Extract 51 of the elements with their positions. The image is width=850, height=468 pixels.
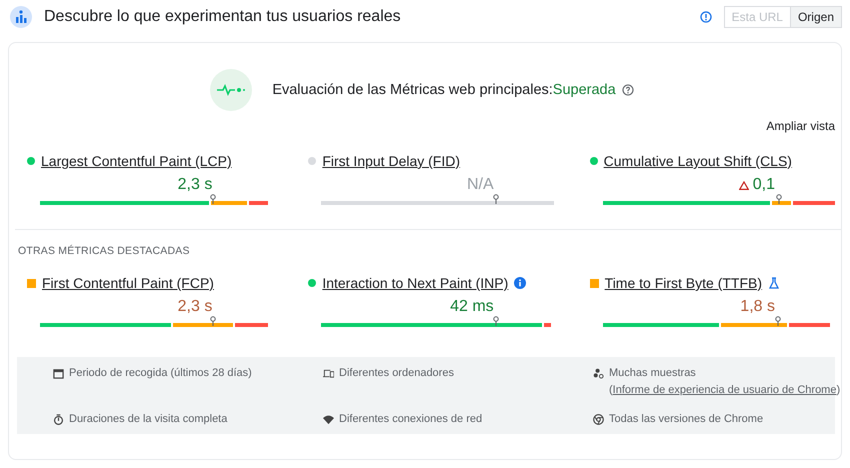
metric-link[interactable]: Interaction to Next Paint (INP) — [322, 275, 508, 291]
distribution-segment — [792, 201, 835, 205]
distribution-segment — [249, 201, 268, 205]
section-title: Descubre lo que experimentan tus usuarios reales — [44, 8, 402, 26]
distribution-segment — [210, 201, 248, 205]
samples-icon — [593, 368, 604, 379]
percentile-marker — [210, 316, 216, 326]
percentile-marker — [776, 194, 782, 204]
timer-icon — [53, 414, 64, 425]
toggle-button[interactable]: Origen — [790, 7, 841, 27]
pulse-icon — [217, 84, 246, 96]
percentile-marker — [775, 316, 782, 326]
devices-icon — [323, 368, 334, 379]
percentile-marker — [492, 194, 499, 204]
metric-link[interactable]: First Contentful Paint (FCP) — [42, 275, 214, 291]
calendar-icon — [53, 368, 64, 379]
info-text: Muchas muestras (Informe de experiencia de usuario de Chrome) — [609, 366, 840, 398]
distribution-segment — [234, 323, 268, 327]
flask-icon[interactable] — [768, 277, 780, 289]
distribution-segment — [772, 201, 791, 205]
info-text: Periodo de recogida (últimos 28 días) — [69, 366, 252, 381]
metric-link[interactable]: Cumulative Layout Shift (CLS) — [604, 153, 792, 169]
metric-link[interactable]: First Input Delay (FID) — [322, 153, 460, 169]
metric-value: 1,8 s — [740, 298, 775, 316]
distribution-segment — [173, 323, 233, 327]
report-link[interactable]: Informe de experiencia de usuario de Chrome — [612, 384, 836, 396]
percentile-marker — [210, 194, 216, 204]
metric-value: N/A — [466, 176, 494, 194]
distribution-segment — [544, 323, 552, 327]
percentile-marker — [492, 316, 499, 326]
app-logo — [10, 6, 32, 28]
metric-value: 0,1 — [752, 176, 775, 194]
metric-value: 2,3 s — [178, 176, 212, 194]
metric-value: 42 ms — [450, 298, 494, 316]
assessment-text: Evaluación de las Métricas web principales:Superada — [272, 82, 616, 98]
section-heading: OTRAS MÉTRICAS DESTACADAS — [17, 244, 191, 257]
info-text: Todas las versiones de Chrome — [609, 412, 764, 427]
info-icon[interactable] — [700, 11, 712, 23]
info-text: Diferentes conexiones de red — [339, 412, 482, 427]
distribution-segment — [721, 323, 788, 327]
info-icon[interactable] — [514, 277, 526, 289]
wifi-icon — [323, 414, 334, 425]
metric-link[interactable]: Largest Contentful Paint (LCP) — [41, 153, 232, 169]
info-text: Diferentes ordenadores — [339, 366, 454, 381]
metric-link[interactable]: Time to First Byte (TTFB) — [604, 275, 762, 291]
help-icon[interactable] — [622, 84, 634, 96]
metric-value: 2,3 s — [178, 298, 212, 316]
expand-link[interactable]: Ampliar vista — [766, 119, 835, 133]
distribution-segment — [789, 323, 830, 327]
chrome-icon — [593, 414, 604, 425]
info-text: Duraciones de la visita completa — [69, 412, 228, 427]
